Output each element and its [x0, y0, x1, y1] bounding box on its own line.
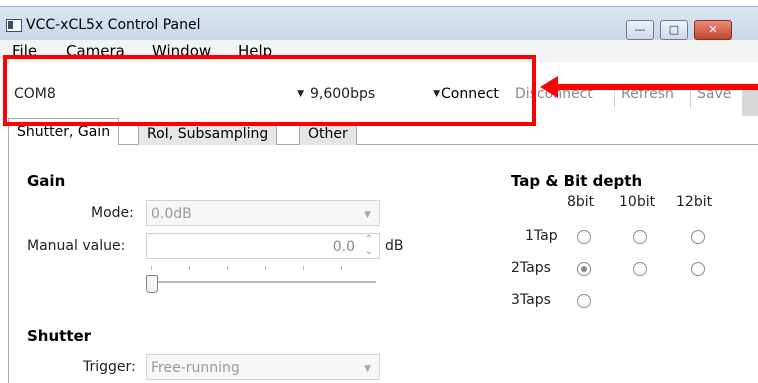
baud-select[interactable]: 9,600bps ▼ [310, 86, 440, 108]
chevron-down-icon: ▼ [297, 89, 304, 99]
menu-file[interactable]: File [12, 42, 37, 60]
row-3taps: 3Taps [511, 292, 551, 308]
port-value: COM8 [14, 86, 56, 102]
gain-slider-track[interactable] [146, 281, 376, 283]
radio-3taps-8bit[interactable] [577, 294, 591, 308]
menu-camera[interactable]: Camera [66, 42, 125, 60]
tab-roi-subsampling[interactable]: RoI, Subsampling [138, 122, 278, 145]
tab-other[interactable]: Other [299, 122, 357, 145]
window-title: VCC-xCL5x Control Panel [26, 17, 201, 33]
baud-value: 9,600bps [310, 86, 376, 102]
radio-1tap-10bit[interactable] [633, 230, 647, 244]
shutter-heading: Shutter [27, 327, 92, 345]
gain-mode-value: 0.0dB [151, 206, 192, 222]
trigger-label: Trigger: [83, 359, 136, 375]
chevron-down-icon: ▼ [364, 364, 371, 374]
toolbar-grip[interactable] [742, 88, 758, 116]
slider-tick [265, 266, 266, 270]
col-12bit: 12bit [676, 194, 713, 210]
gain-slider-handle[interactable] [146, 275, 158, 293]
up-down-icon[interactable]: ⌃ ⌄ [365, 234, 373, 258]
annotation-arrow-icon [540, 76, 558, 98]
gain-mode-select: 0.0dB ▼ [146, 200, 380, 226]
trigger-value: Free-running [151, 360, 240, 376]
app-icon [6, 19, 22, 32]
row-2taps: 2Taps [511, 260, 551, 276]
menu-help[interactable]: Help [238, 42, 272, 60]
connection-toolbar: COM8 ▼ 9,600bps ▼ Connect Disconnect Ref… [0, 62, 758, 118]
tab-strip: Shutter, Gain RoI, Subsampling Other [8, 118, 758, 146]
radio-2taps-10bit[interactable] [633, 262, 647, 276]
col-8bit: 8bit [567, 194, 595, 210]
radio-1tap-8bit[interactable] [577, 230, 591, 244]
chevron-down-icon: ▼ [433, 89, 440, 99]
slider-tick [341, 266, 342, 270]
radio-1tap-12bit[interactable] [691, 230, 705, 244]
tab-shutter-gain[interactable]: Shutter, Gain [8, 118, 120, 146]
row-1tap: 1Tap [525, 228, 558, 244]
connect-button[interactable]: Connect [441, 86, 499, 102]
minimize-button[interactable]: — [626, 20, 654, 40]
slider-tick [151, 266, 152, 270]
menu-bar: File Camera Window Help [0, 40, 758, 62]
slider-tick [189, 266, 190, 270]
manual-value-spinbox[interactable]: 0.0 ⌃ ⌄ [146, 233, 380, 259]
close-button[interactable]: ✕ [694, 20, 732, 40]
gain-heading: Gain [27, 172, 66, 190]
tab-content: Gain Mode: 0.0dB ▼ Manual value: 0.0 ⌃ ⌄ … [8, 145, 758, 383]
col-10bit: 10bit [619, 194, 656, 210]
slider-tick [303, 266, 304, 270]
title-bar[interactable]: VCC-xCL5x Control Panel — □ ✕ [0, 6, 758, 40]
radio-2taps-8bit[interactable] [577, 262, 591, 276]
port-select[interactable]: COM8 ▼ [14, 86, 304, 108]
radio-2taps-12bit[interactable] [691, 262, 705, 276]
chevron-down-icon: ▼ [364, 210, 371, 220]
gain-unit: dB [385, 238, 404, 254]
manual-value: 0.0 [332, 239, 355, 255]
manual-value-label: Manual value: [27, 238, 126, 254]
annotation-arrow-shaft [555, 84, 758, 90]
trigger-select: Free-running ▼ [146, 354, 380, 380]
control-panel-window: VCC-xCL5x Control Panel — □ ✕ File Camer… [0, 0, 758, 383]
slider-tick [227, 266, 228, 270]
menu-window[interactable]: Window [152, 42, 211, 60]
tap-bit-depth-heading: Tap & Bit depth [511, 172, 643, 190]
gain-mode-label: Mode: [91, 205, 134, 221]
maximize-button[interactable]: □ [660, 20, 688, 40]
